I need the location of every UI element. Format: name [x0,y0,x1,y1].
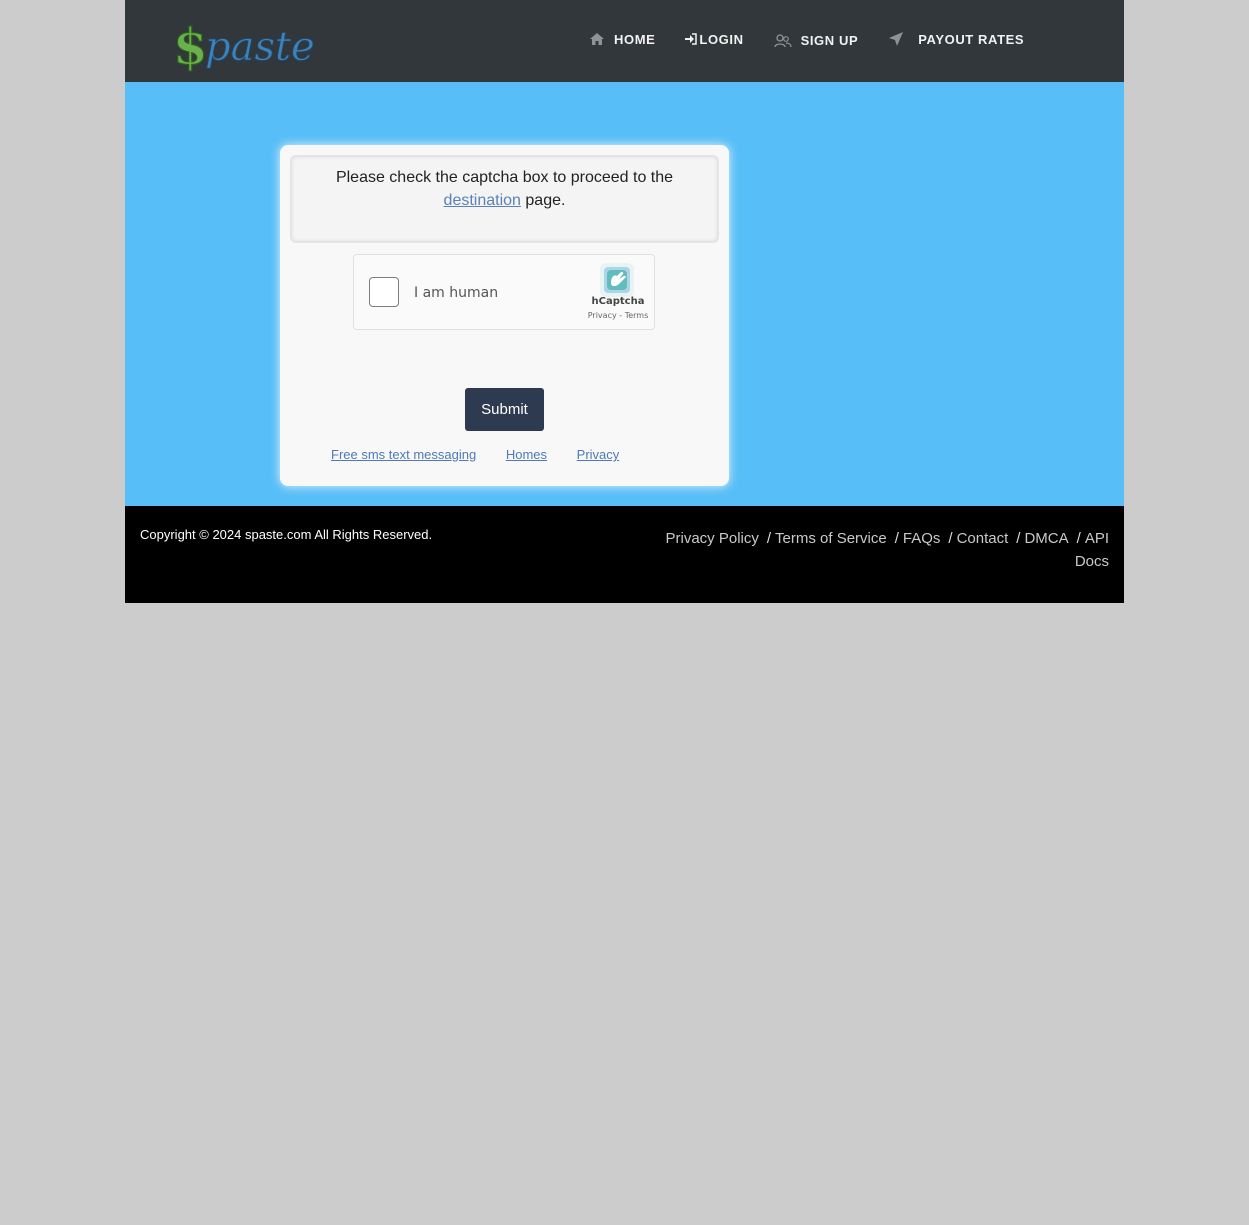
svg-text:$: $ [173,17,208,76]
footer-separator: / [1016,530,1021,547]
hcaptcha-widget: I am human hCaptcha Privacy - Terms [353,254,655,330]
login-icon [685,33,698,45]
footer: Copyright © 2024 spaste.com All Rights R… [125,506,1124,603]
footer-terms[interactable]: Terms of Service [775,530,887,547]
footer-separator: / [894,530,899,547]
nav-login[interactable]: LOGIN [685,32,743,47]
hcaptcha-brand: hCaptcha [591,296,645,307]
destination-link[interactable]: destination [444,192,521,209]
footer-faqs[interactable]: FAQs [903,530,941,547]
hcaptcha-links: Privacy - Terms [578,311,658,320]
notice-text: Please check the captcha box to proceed … [335,169,674,186]
link-homes[interactable]: Homes [506,447,547,462]
footer-contact[interactable]: Contact [957,530,1009,547]
nav-signup[interactable]: SIGN UP [773,33,859,48]
hero-section: Please check the captcha box to proceed … [125,82,1124,506]
captcha-notice: Please check the captcha box to proceed … [290,155,719,243]
footer-links: Privacy Policy / Terms of Service / FAQs / Con… [639,527,1110,573]
hcaptcha-terms-link[interactable]: Terms [625,311,649,320]
main-nav: HOME LOGIN SIGN UP PAYOUT RATES [589,30,1054,48]
footer-dmca[interactable]: DMCA [1024,530,1068,547]
navbar: $ paste HOME LOGIN SIGN UP PAYOUT RATES [125,0,1124,82]
home-icon [590,33,604,45]
hcaptcha-privacy-link[interactable]: Privacy [588,311,617,320]
captcha-card: Please check the captcha box to proceed … [280,145,729,486]
send-icon [889,32,904,46]
link-free-sms[interactable]: Free sms text messaging [331,447,476,462]
submit-button[interactable]: Submit [465,388,544,431]
page: $ paste HOME LOGIN SIGN UP PAYOUT RATES [125,0,1124,603]
captcha-checkbox[interactable] [369,277,399,307]
hcaptcha-separator: - [616,311,625,320]
copyright-text: Copyright © 2024 spaste.com All Rights R… [140,527,433,542]
footer-separator: / [948,530,953,547]
card-links: Free sms text messaging Homes Privacy [331,447,645,462]
link-privacy[interactable]: Privacy [577,447,620,462]
footer-separator: / [766,530,772,547]
hcaptcha-logo-icon [600,263,634,297]
nav-home-label: HOME [614,31,656,47]
users-icon [773,33,792,47]
nav-home[interactable]: HOME [589,32,655,47]
captcha-label: I am human [414,285,499,301]
svg-text:paste: paste [205,24,315,70]
footer-separator: / [1076,530,1081,547]
nav-login-label: LOGIN [699,31,744,47]
nav-payout-rates[interactable]: PAYOUT RATES [888,31,1024,47]
spaste-logo[interactable]: $ paste [171,8,321,78]
nav-payout-rates-label: PAYOUT RATES [918,31,1025,47]
notice-text-end: page. [525,192,566,209]
footer-privacy-policy[interactable]: Privacy Policy [666,530,759,547]
nav-signup-label: SIGN UP [800,33,859,48]
